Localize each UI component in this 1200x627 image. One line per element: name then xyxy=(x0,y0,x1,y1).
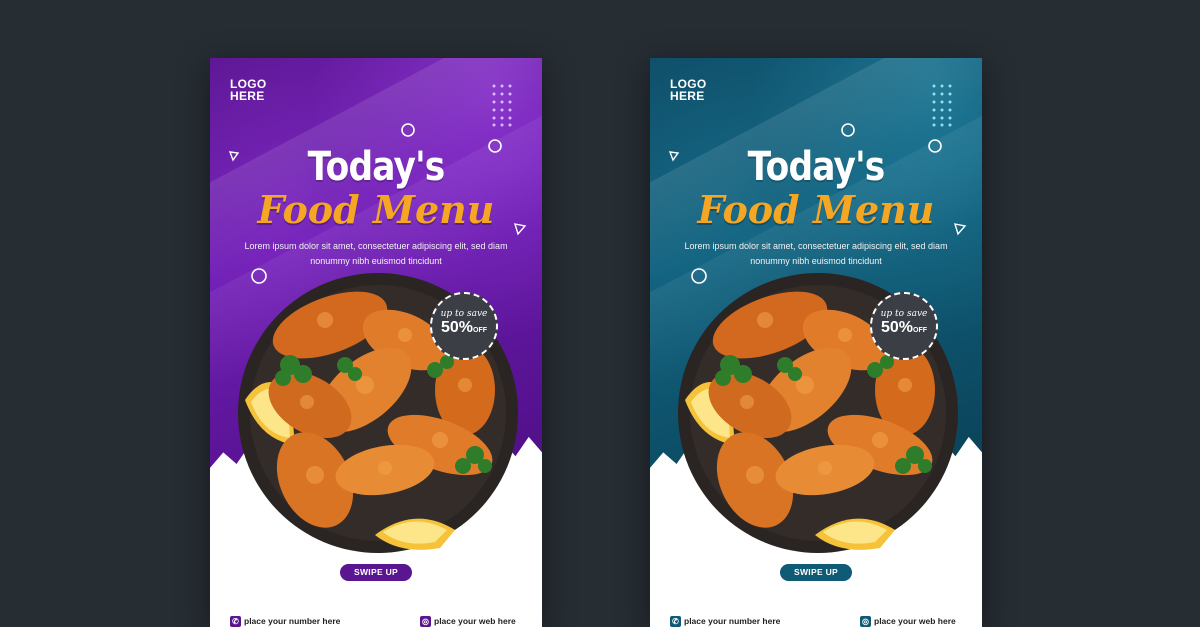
web-contact: ◎ place your web here xyxy=(420,616,516,627)
story-card-purple: LOGO HERE Today's Food Menu Lorem ipsum … xyxy=(210,58,542,627)
description-text: Lorem ipsum dolor sit amet, consectetuer… xyxy=(684,241,948,266)
phone-contact: ✆ place your number here xyxy=(230,616,340,627)
dot-grid-decoration xyxy=(492,84,512,127)
phone-icon: ✆ xyxy=(670,616,681,627)
swipe-up-button[interactable]: SWIPE UP xyxy=(340,564,412,581)
circle-decoration xyxy=(401,123,415,137)
headline-todays: Today's xyxy=(307,144,446,190)
headline-todays: Today's xyxy=(747,144,886,190)
web-contact: ◎ place your web here xyxy=(860,616,956,627)
logo-placeholder: LOGO HERE xyxy=(230,77,267,103)
swipe-up-button[interactable]: SWIPE UP xyxy=(780,564,852,581)
phone-icon: ✆ xyxy=(230,616,241,627)
description-text: Lorem ipsum dolor sit amet, consectetuer… xyxy=(244,241,508,266)
discount-badge: up to save 50%OFF xyxy=(430,292,498,360)
story-card-teal: LOGO HERE Today's Food Menu Lorem ipsum … xyxy=(650,58,982,627)
headline-food-menu: Food Menu xyxy=(697,187,935,232)
dot-grid-decoration xyxy=(932,84,952,127)
globe-icon: ◎ xyxy=(860,616,871,627)
phone-contact: ✆ place your number here xyxy=(670,616,780,627)
globe-icon: ◎ xyxy=(420,616,431,627)
circle-decoration xyxy=(841,123,855,137)
logo-placeholder: LOGO HERE xyxy=(670,77,707,103)
discount-badge: up to save 50%OFF xyxy=(870,292,938,360)
headline-food-menu: Food Menu xyxy=(257,187,495,232)
